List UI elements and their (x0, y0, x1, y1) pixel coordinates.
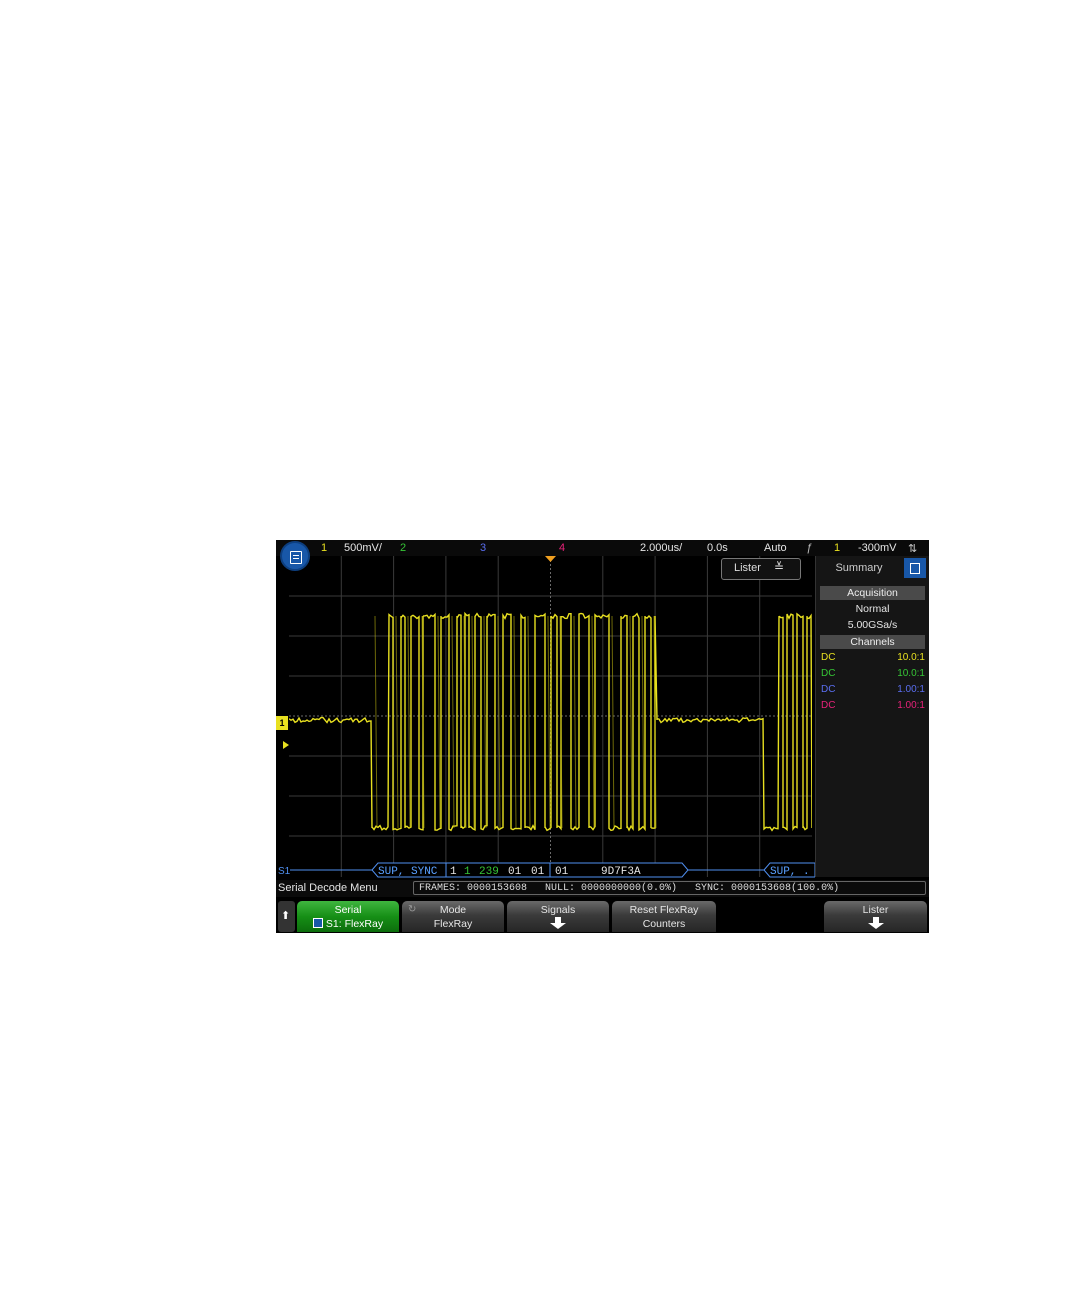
trigger-position-marker[interactable] (545, 556, 556, 562)
bus-color-icon (312, 918, 323, 928)
ch1-ground-marker[interactable]: 1 (276, 716, 288, 730)
ch4-number[interactable]: 4 (559, 542, 565, 554)
top-status-bar: 1 500mV/ 2 3 4 2.000us/ 0.0s Auto ƒ 1 -3… (276, 540, 929, 556)
frame-2-type: SUP, . (770, 866, 810, 878)
frame-data: 01 (555, 866, 569, 878)
bus-label: S1 (278, 866, 291, 877)
timebase-scale[interactable]: 2.000us/ (640, 542, 682, 554)
back-button[interactable]: ⬆ (278, 901, 295, 932)
frame-id: 239 (479, 866, 499, 878)
acquisition-mode: Normal (855, 603, 890, 615)
submenu-arrow-icon (550, 917, 566, 929)
ch1-waveform (289, 611, 812, 832)
main-menu-button[interactable] (280, 541, 310, 571)
channels-header[interactable]: Channels (820, 635, 925, 649)
softkey-bar: ⬆ Serial S1: FlexRay ↻ Mode FlexRay Sign… (276, 899, 929, 933)
rising-edge-icon: ƒ (806, 542, 813, 554)
menu-icon (290, 551, 302, 564)
sidebar-menu-icon[interactable] (904, 558, 926, 578)
reset-counters-softkey[interactable]: Reset FlexRay Counters (612, 901, 716, 932)
signals-softkey[interactable]: Signals (507, 901, 609, 932)
ch3-number[interactable]: 3 (480, 542, 486, 554)
horizontal-delay[interactable]: 0.0s (707, 542, 728, 554)
chevron-down-icon: ≚ (774, 560, 785, 574)
mode-softkey[interactable]: ↻ Mode FlexRay (402, 901, 504, 932)
summary-sidebar: Summary Acquisition Normal 5.00GSa/s Cha… (815, 556, 929, 877)
trigger-source[interactable]: 1 (834, 542, 840, 554)
up-arrow-icon: ⬆ (281, 910, 291, 922)
frame-crc: 9D7F3A (601, 866, 641, 878)
trigger-level[interactable]: -300mV (858, 542, 897, 554)
frame-type: SUP, SYNC (378, 866, 438, 878)
ch2-number[interactable]: 2 (400, 542, 406, 554)
ch1-scale[interactable]: 500mV/ (344, 542, 382, 554)
oscilloscope-screen: 1 500mV/ 2 3 4 2.000us/ 0.0s Auto ƒ 1 -3… (276, 540, 929, 933)
waveform-graticule[interactable] (289, 556, 812, 877)
trigger-mode[interactable]: Auto (764, 542, 787, 554)
summary-tab[interactable]: Summary (820, 559, 898, 577)
frame-pl: 1 (464, 866, 471, 878)
sample-rate: 5.00GSa/s (847, 619, 898, 631)
serial-softkey[interactable]: Serial S1: FlexRay (297, 901, 399, 932)
trigger-edge-icon: ⇅ (908, 543, 918, 555)
menu-title: Serial Decode Menu (278, 882, 378, 894)
lister-toggle-button[interactable]: Lister ≚ (721, 558, 801, 580)
trigger-level-marker[interactable] (283, 741, 289, 749)
lister-label: Lister (734, 562, 761, 574)
frame-ind: 1 (450, 866, 457, 878)
lister-softkey[interactable]: Lister (824, 901, 927, 932)
submenu-arrow-icon (867, 917, 884, 929)
flexray-counters: FRAMES: 0000153608 NULL: 0000000000(0.0%… (413, 881, 926, 895)
frame-cycle: 01 (531, 866, 545, 878)
status-line: Serial Decode Menu FRAMES: 0000153608 NU… (276, 880, 929, 897)
serial-decode-bus[interactable]: S1 SUP, SYNC 1 1 239 01 01 01 9D7F3A SUP… (276, 862, 815, 878)
frame-len: 01 (508, 866, 522, 878)
acquisition-header[interactable]: Acquisition (820, 586, 925, 600)
ch1-number[interactable]: 1 (321, 542, 327, 554)
